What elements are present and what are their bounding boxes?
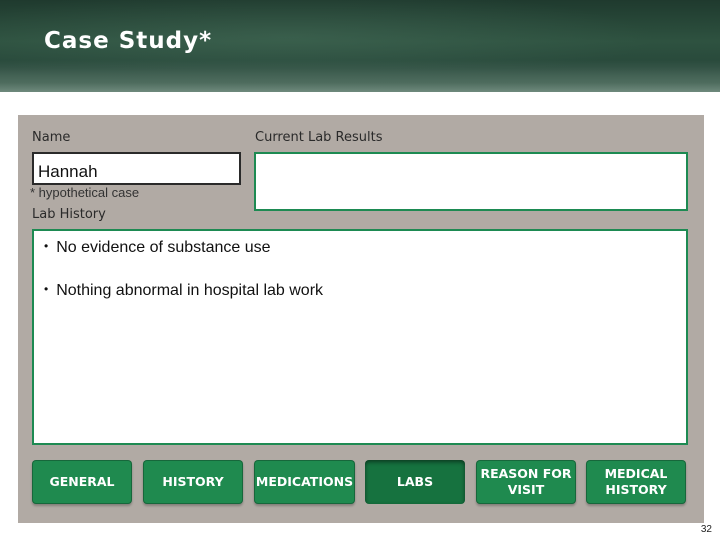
medications-button[interactable]: MEDICATIONS [254, 460, 355, 504]
lab-history-field[interactable]: No evidence of substance use Nothing abn… [32, 229, 688, 445]
name-label: Name [32, 130, 71, 145]
footnote: * hypothetical case [30, 185, 140, 200]
page-number: 32 [700, 524, 712, 535]
slide-header: Case Study* [0, 0, 720, 92]
name-field[interactable]: Hannah [32, 152, 241, 185]
current-lab-results-label: Current Lab Results [255, 130, 383, 145]
history-button[interactable]: HISTORY [143, 460, 243, 504]
medical-history-button[interactable]: MEDICAL HISTORY [586, 460, 686, 504]
case-form-panel: Name Hannah * hypothetical case Current … [18, 115, 704, 523]
list-item: Nothing abnormal in hospital lab work [44, 282, 323, 300]
general-button[interactable]: GENERAL [32, 460, 132, 504]
slide-title: Case Study* [44, 28, 213, 54]
labs-button[interactable]: LABS [365, 460, 465, 504]
list-item: No evidence of substance use [44, 239, 270, 257]
current-lab-results-field[interactable] [254, 152, 688, 211]
lab-history-label: Lab History [32, 207, 106, 222]
reason-for-visit-button[interactable]: REASON FOR VISIT [476, 460, 576, 504]
